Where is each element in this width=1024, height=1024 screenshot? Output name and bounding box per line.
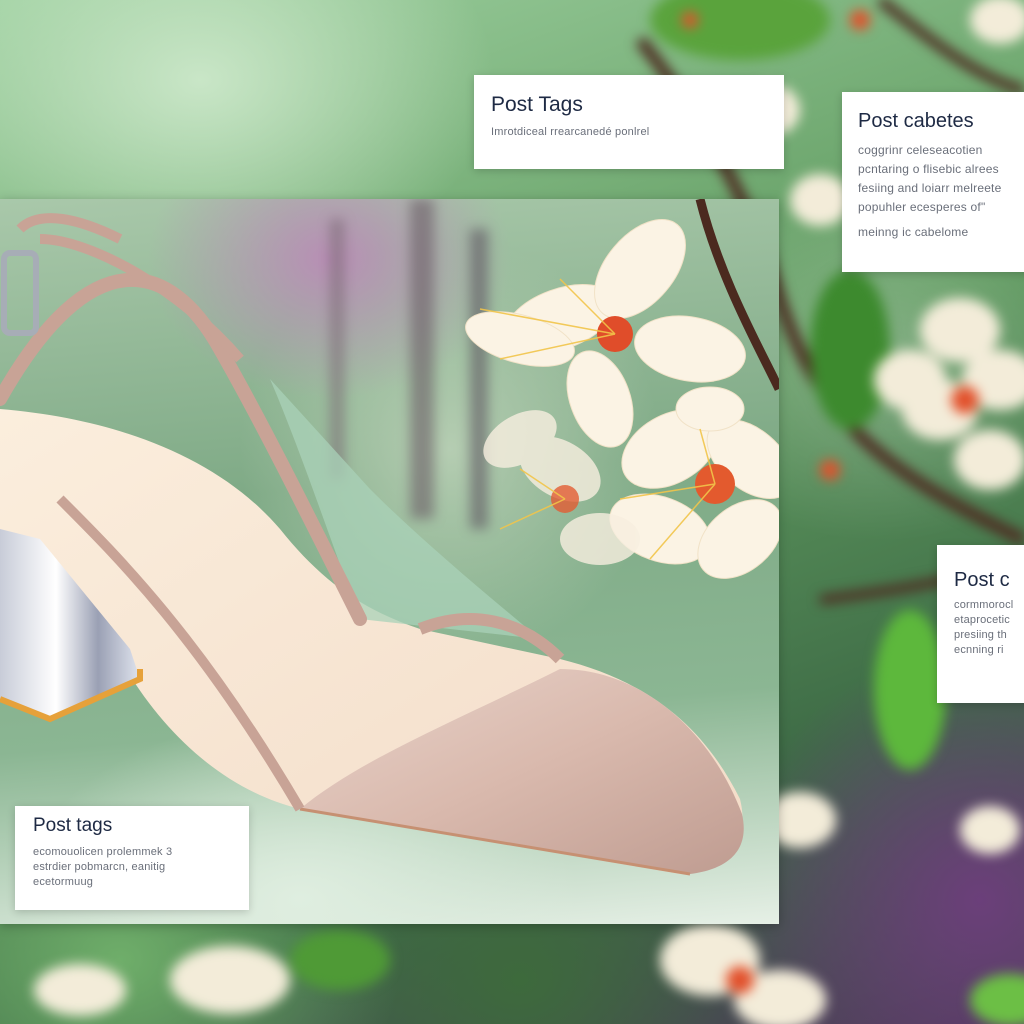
card-text-line: presiing th xyxy=(954,629,1007,641)
card-text-line: ecomouolicen prolemmek 3 xyxy=(33,846,173,858)
background-scene: Post Tags Imrotdiceal rrearcanedé ponlre… xyxy=(0,0,1024,1024)
card-title: Post cabetes xyxy=(858,110,974,132)
post-card-middle[interactable]: Post c cormmorocl etaprocetic presiing t… xyxy=(937,545,1024,703)
card-text-line: fesiing and loiarr melreete xyxy=(858,181,1002,195)
card-text-line: Imrotdiceal rrearcanedé ponlrel xyxy=(491,126,650,138)
card-title: Post tags xyxy=(33,815,113,836)
card-title: Post c xyxy=(954,569,1010,591)
card-text-line: etaprocetic xyxy=(954,614,1011,626)
post-categories-card[interactable]: Post cabetes coggrinr celeseacotien pcnt… xyxy=(842,92,1024,272)
card-text-line: ecnning ri xyxy=(954,644,1004,656)
post-tags-card-top[interactable]: Post Tags Imrotdiceal rrearcanedé ponlre… xyxy=(474,75,784,169)
post-tags-card-bottom[interactable]: Post tags ecomouolicen prolemmek 3 estrd… xyxy=(15,806,249,910)
card-text-line: estrdier pobmarcn, eanitig xyxy=(33,861,166,873)
card-text-line: cormmorocl xyxy=(954,599,1014,611)
card-title: Post Tags xyxy=(491,93,583,116)
card-text-line: pcntaring o flisebic alrees xyxy=(858,162,999,176)
card-text-line: meinng ic cabelome xyxy=(858,225,969,239)
card-text-line: coggrinr celeseacotien xyxy=(858,143,983,157)
card-text-line: ecetormuug xyxy=(33,876,94,888)
card-text-line: popuhler ecesperes of" xyxy=(858,200,986,214)
